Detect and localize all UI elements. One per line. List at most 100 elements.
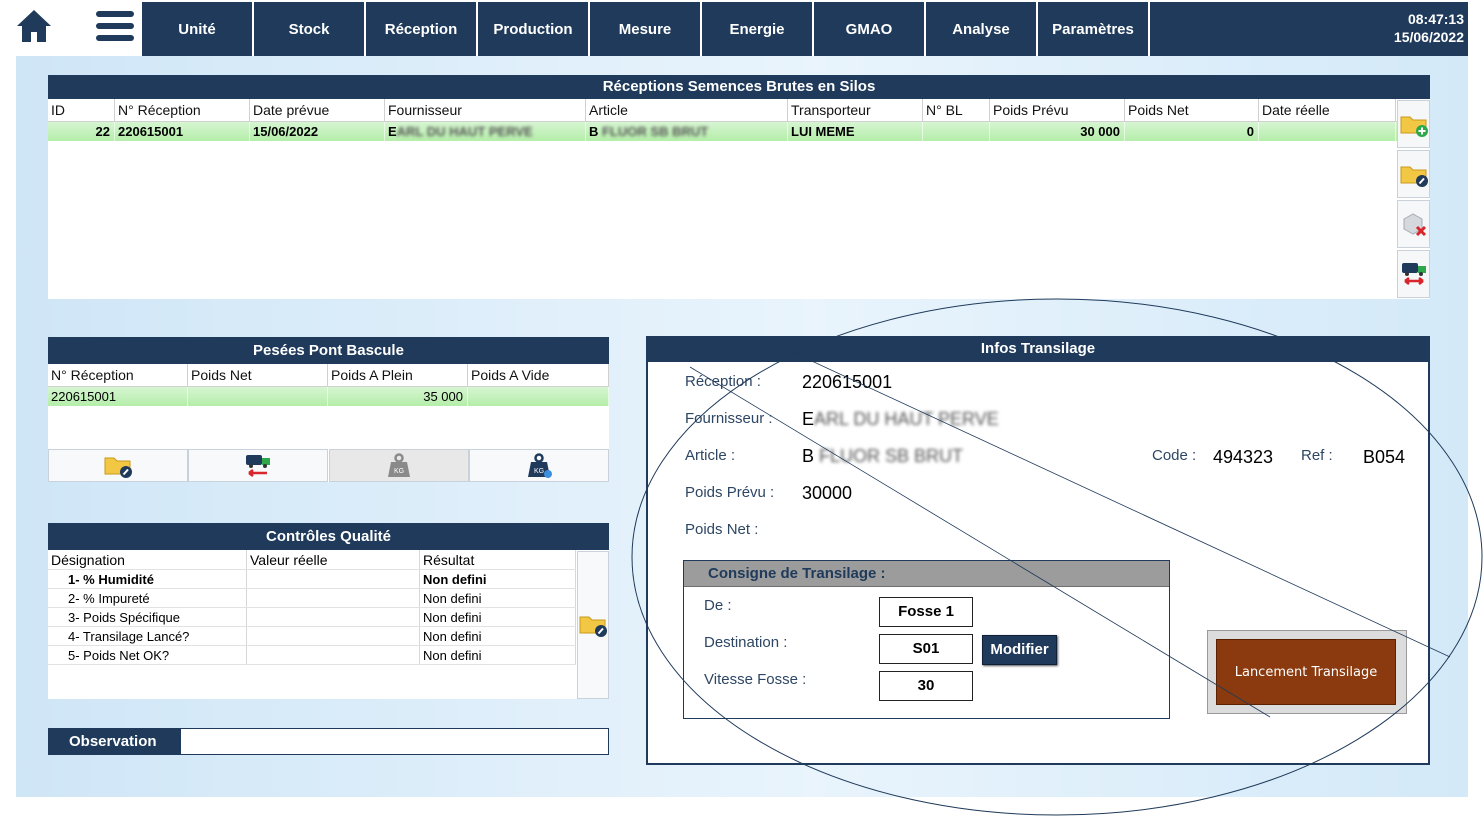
cell-resultat: Non defini [420,570,576,588]
table-row[interactable]: 4- Transilage Lancé? Non defini [48,627,576,646]
observation: Observation [48,728,609,755]
de-field[interactable]: Fosse 1 [879,597,973,627]
col-poids-net[interactable]: Poids Net [1125,99,1259,121]
col-poids-net[interactable]: Poids Net [188,364,328,386]
col-poids-prevu[interactable]: Poids Prévu [990,99,1125,121]
nav-unite[interactable]: Unité [142,2,254,56]
table-row[interactable]: 3- Poids Spécifique Non defini [48,608,576,627]
cell-transporteur: LUI MEME [788,122,923,141]
cell-resultat: Non defini [420,646,576,664]
col-designation[interactable]: Désignation [48,550,247,569]
de-label: De : [704,597,732,614]
ref-label: Ref : [1301,447,1333,464]
cell-id: 22 [48,122,115,141]
cell-fournisseur: EARL DU HAUT PERVE [385,122,586,141]
col-date-prevue[interactable]: Date prévue [250,99,385,121]
observation-label: Observation [48,728,180,755]
truck-transfer-icon [1401,263,1426,285]
col-fournisseur[interactable]: Fournisseur [385,99,586,121]
article-prefix: B [802,446,815,466]
col-resultat[interactable]: Résultat [420,550,576,569]
modifier-button[interactable]: Modifier [982,635,1057,665]
folder-edit-button[interactable] [577,551,609,699]
main-nav: Unité Stock Réception Production Mesure … [142,2,1468,56]
cell-valeur [247,608,420,626]
ref-value: B054 [1363,447,1406,467]
table-row[interactable]: 1- % Humidité Non defini [48,570,576,589]
cell-resultat: Non defini [420,608,576,626]
col-bl[interactable]: N° BL [923,99,990,121]
nav-reception[interactable]: Réception [366,2,478,56]
cell-resultat: Non defini [420,589,576,607]
home-icon[interactable] [14,6,54,46]
clock-date: 15/06/2022 [1393,29,1464,45]
poids-prevu-label: Poids Prévu : [685,484,775,501]
transfer-button[interactable] [188,449,329,482]
reception-value: 220615001 [802,372,893,392]
folder-edit-button[interactable] [1397,150,1430,198]
article-value: B FLUOR SB BRUT [802,446,963,467]
pesees-header: N° Réception Poids Net Poids A Plein Poi… [48,364,609,387]
col-valeur[interactable]: Valeur réelle [247,550,420,569]
col-poids-plein[interactable]: Poids A Plein [328,364,468,386]
cell-designation: 3- Poids Spécifique [48,608,247,626]
nav-mesure[interactable]: Mesure [590,2,702,56]
consigne-box: Consigne de Transilage : De : Fosse 1 De… [683,560,1170,719]
clock-time: 08:47:13 [1407,11,1464,27]
cell-valeur [247,646,420,664]
transfer-button[interactable] [1397,250,1430,298]
col-numero[interactable]: N° Réception [48,364,188,386]
cell-poids-net [188,387,328,406]
destination-field[interactable]: S01 [879,634,973,664]
nav-gmao[interactable]: GMAO [814,2,926,56]
poids-net-label: Poids Net : [685,521,759,538]
fournisseur-prefix: E [802,409,815,429]
cell-valeur [247,627,420,645]
svg-text:KG: KG [393,468,403,475]
col-date-reelle[interactable]: Date réelle [1259,99,1396,121]
reception-label: Réception : [685,373,761,390]
table-row[interactable]: 5- Poids Net OK? Non defini [48,646,576,665]
cell-resultat: Non defini [420,627,576,645]
col-article[interactable]: Article [586,99,788,121]
launch-transilage-button[interactable]: Lancement Transilage [1216,639,1396,705]
hamburger-icon[interactable] [94,8,136,44]
folder-add-button[interactable] [1397,100,1430,148]
fournisseur-label: Fournisseur : [685,410,773,427]
nav-stock[interactable]: Stock [254,2,366,56]
weigh-edit-button[interactable]: KG [468,449,609,482]
nav-production[interactable]: Production [478,2,590,56]
infos-transilage-panel: Infos Transilage Réception : 220615001 F… [646,336,1430,765]
col-id[interactable]: ID [48,99,115,121]
pesees-title: Pesées Pont Bascule [48,337,609,364]
infos-title: Infos Transilage [646,336,1430,362]
vitesse-field[interactable]: 30 [879,671,973,701]
weigh-button[interactable]: KG [328,449,469,482]
code-value: 494323 [1213,447,1274,467]
nav-parametres[interactable]: Paramètres [1038,2,1150,56]
cell-designation: 1- % Humidité [48,570,247,588]
cell-designation: 4- Transilage Lancé? [48,627,247,645]
article-prefix: B [589,124,599,139]
weight-kg-icon: KG [387,452,410,477]
nav-analyse[interactable]: Analyse [926,2,1038,56]
folder-add-icon [1400,116,1428,137]
delete-button[interactable] [1397,200,1430,248]
cell-numero: 220615001 [48,387,188,406]
table-row[interactable]: 220615001 35 000 [48,387,609,406]
observation-input[interactable] [180,728,609,755]
col-numero[interactable]: N° Réception [115,99,250,121]
col-poids-vide[interactable]: Poids A Vide [468,364,609,386]
cell-date-prevue: 15/06/2022 [250,122,385,141]
nav-energie[interactable]: Energie [702,2,814,56]
cell-valeur [247,589,420,607]
folder-edit-icon [579,616,607,637]
table-row[interactable]: 2- % Impureté Non defini [48,589,576,608]
cell-poids-plein: 35 000 [328,387,468,406]
folder-edit-button[interactable] [48,449,188,482]
col-transporteur[interactable]: Transporteur [788,99,923,121]
table-row[interactable]: 22 220615001 15/06/2022 EARL DU HAUT PER… [48,122,1430,141]
weight-kg-edit-icon: KG [527,452,552,478]
box-delete-icon [1403,213,1426,237]
cell-poids-net: 0 [1125,122,1259,141]
